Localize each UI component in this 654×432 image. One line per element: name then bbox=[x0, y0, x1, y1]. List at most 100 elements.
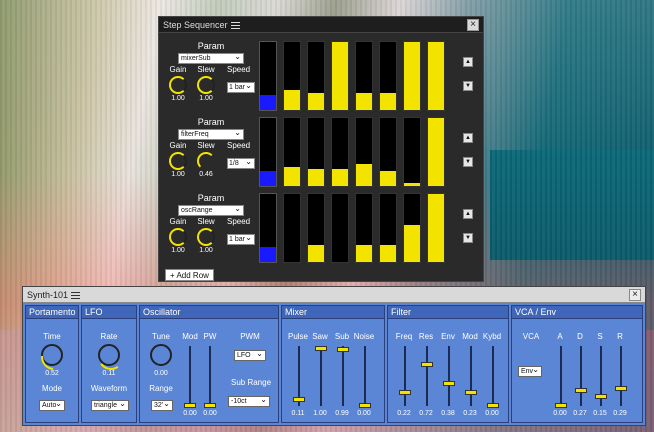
speed-label: Speed bbox=[227, 217, 251, 226]
gain-knob[interactable] bbox=[169, 76, 187, 94]
step-bar[interactable] bbox=[427, 117, 445, 187]
mod-slider-thumb[interactable] bbox=[184, 403, 196, 408]
mod-slider[interactable] bbox=[184, 346, 196, 408]
move-down-button[interactable]: ▼ bbox=[463, 157, 473, 167]
slider-thumb[interactable] bbox=[465, 390, 477, 395]
pw-slider-thumb[interactable] bbox=[204, 403, 216, 408]
rate-knob[interactable] bbox=[98, 344, 120, 366]
step-bar-fill bbox=[260, 95, 276, 110]
step-bar[interactable] bbox=[355, 41, 373, 111]
vertical-slider[interactable] bbox=[359, 346, 371, 408]
close-button[interactable]: × bbox=[629, 288, 641, 301]
vertical-slider[interactable] bbox=[443, 346, 455, 406]
step-bar[interactable] bbox=[427, 193, 445, 263]
step-bar[interactable] bbox=[331, 41, 349, 111]
slew-knob[interactable] bbox=[197, 152, 215, 170]
slider-thumb[interactable] bbox=[615, 386, 627, 391]
gain-knob[interactable] bbox=[169, 152, 187, 170]
close-button[interactable]: × bbox=[467, 18, 479, 31]
gain-knob[interactable] bbox=[169, 228, 187, 246]
settings-sliders-icon[interactable] bbox=[71, 291, 81, 299]
vertical-slider[interactable] bbox=[615, 346, 627, 406]
step-bar[interactable] bbox=[379, 117, 397, 187]
slider-thumb[interactable] bbox=[421, 362, 433, 367]
speed-select[interactable]: 1/8 bbox=[227, 157, 255, 169]
step-bar[interactable] bbox=[283, 193, 301, 263]
step-bar[interactable] bbox=[403, 41, 421, 111]
slider-thumb[interactable] bbox=[595, 394, 607, 399]
param-label: Param bbox=[197, 41, 225, 51]
move-down-button[interactable]: ▼ bbox=[463, 81, 473, 91]
speed-select[interactable]: 1 bar bbox=[227, 81, 255, 93]
add-row-button[interactable]: + Add Row bbox=[165, 269, 214, 281]
vertical-slider[interactable] bbox=[315, 346, 327, 406]
step-bar[interactable] bbox=[307, 41, 325, 111]
step-bar[interactable] bbox=[427, 41, 445, 111]
slider-thumb[interactable] bbox=[487, 403, 499, 408]
row-move-controls: ▲ ▼ bbox=[463, 209, 473, 257]
step-bar[interactable] bbox=[259, 117, 277, 187]
pwm-select[interactable]: LFO bbox=[234, 349, 266, 361]
step-bar[interactable] bbox=[403, 193, 421, 263]
step-bar[interactable] bbox=[379, 41, 397, 111]
speed-select[interactable]: 1 bar bbox=[227, 233, 255, 245]
param-select[interactable]: filterFreq bbox=[178, 128, 244, 140]
vertical-slider[interactable] bbox=[293, 346, 305, 406]
range-select[interactable]: 32' bbox=[151, 399, 173, 411]
slider-thumb[interactable] bbox=[293, 397, 305, 402]
slider-thumb[interactable] bbox=[399, 390, 411, 395]
step-bar[interactable] bbox=[283, 117, 301, 187]
sub-range-select[interactable]: -10ct bbox=[228, 395, 270, 407]
vertical-slider[interactable] bbox=[487, 346, 499, 408]
synth-titlebar[interactable]: Synth-101 × bbox=[23, 287, 645, 303]
step-bar[interactable] bbox=[307, 193, 325, 263]
vertical-slider[interactable] bbox=[465, 346, 477, 406]
step-bar[interactable] bbox=[331, 193, 349, 263]
step-bar[interactable] bbox=[307, 117, 325, 187]
pw-slider[interactable] bbox=[204, 346, 216, 408]
step-bar[interactable] bbox=[331, 117, 349, 187]
slider-value: 0.00 bbox=[485, 410, 499, 417]
mode-select[interactable]: Auto bbox=[39, 399, 65, 411]
vertical-slider[interactable] bbox=[595, 346, 607, 406]
slider-thumb[interactable] bbox=[555, 403, 567, 408]
settings-sliders-icon[interactable] bbox=[230, 21, 240, 29]
waveform-select[interactable]: triangle bbox=[91, 399, 129, 411]
vertical-slider[interactable] bbox=[555, 346, 567, 408]
slider-thumb[interactable] bbox=[315, 346, 327, 351]
move-up-button[interactable]: ▲ bbox=[463, 57, 473, 67]
move-up-button[interactable]: ▲ bbox=[463, 133, 473, 143]
param-select[interactable]: oscRange bbox=[178, 204, 244, 216]
step-bar[interactable] bbox=[403, 117, 421, 187]
slew-knob[interactable] bbox=[197, 228, 215, 246]
slider-thumb[interactable] bbox=[443, 381, 455, 386]
vca-mode-select[interactable]: Env bbox=[518, 365, 542, 377]
vertical-slider[interactable] bbox=[337, 346, 349, 406]
step-bar[interactable] bbox=[259, 193, 277, 263]
step-bar[interactable] bbox=[379, 193, 397, 263]
step-bar[interactable] bbox=[355, 117, 373, 187]
step-bar[interactable] bbox=[355, 193, 373, 263]
step-bar[interactable] bbox=[259, 41, 277, 111]
move-up-button[interactable]: ▲ bbox=[463, 209, 473, 219]
vertical-slider[interactable] bbox=[399, 346, 411, 406]
vertical-slider[interactable] bbox=[575, 346, 587, 406]
param-select[interactable]: mixerSub bbox=[178, 52, 244, 64]
slider-thumb[interactable] bbox=[575, 388, 587, 393]
tune-knob[interactable] bbox=[150, 344, 172, 366]
slider-value: 0.29 bbox=[613, 410, 627, 417]
slider-thumb[interactable] bbox=[337, 347, 349, 352]
gain-label: Gain bbox=[169, 141, 187, 150]
param-label: Param bbox=[197, 117, 225, 127]
vertical-slider[interactable] bbox=[421, 346, 433, 406]
time-knob[interactable] bbox=[41, 344, 63, 366]
step-bar-fill bbox=[428, 42, 444, 110]
slider-thumb[interactable] bbox=[359, 403, 371, 408]
slew-knob[interactable] bbox=[197, 76, 215, 94]
step-sequencer-titlebar[interactable]: Step Sequencer × bbox=[159, 17, 483, 33]
step-bar[interactable] bbox=[283, 41, 301, 111]
move-down-button[interactable]: ▼ bbox=[463, 233, 473, 243]
slider-label: R bbox=[617, 332, 623, 341]
time-label: Time bbox=[43, 332, 61, 341]
slew-control: Slew 1.00 bbox=[193, 217, 219, 254]
